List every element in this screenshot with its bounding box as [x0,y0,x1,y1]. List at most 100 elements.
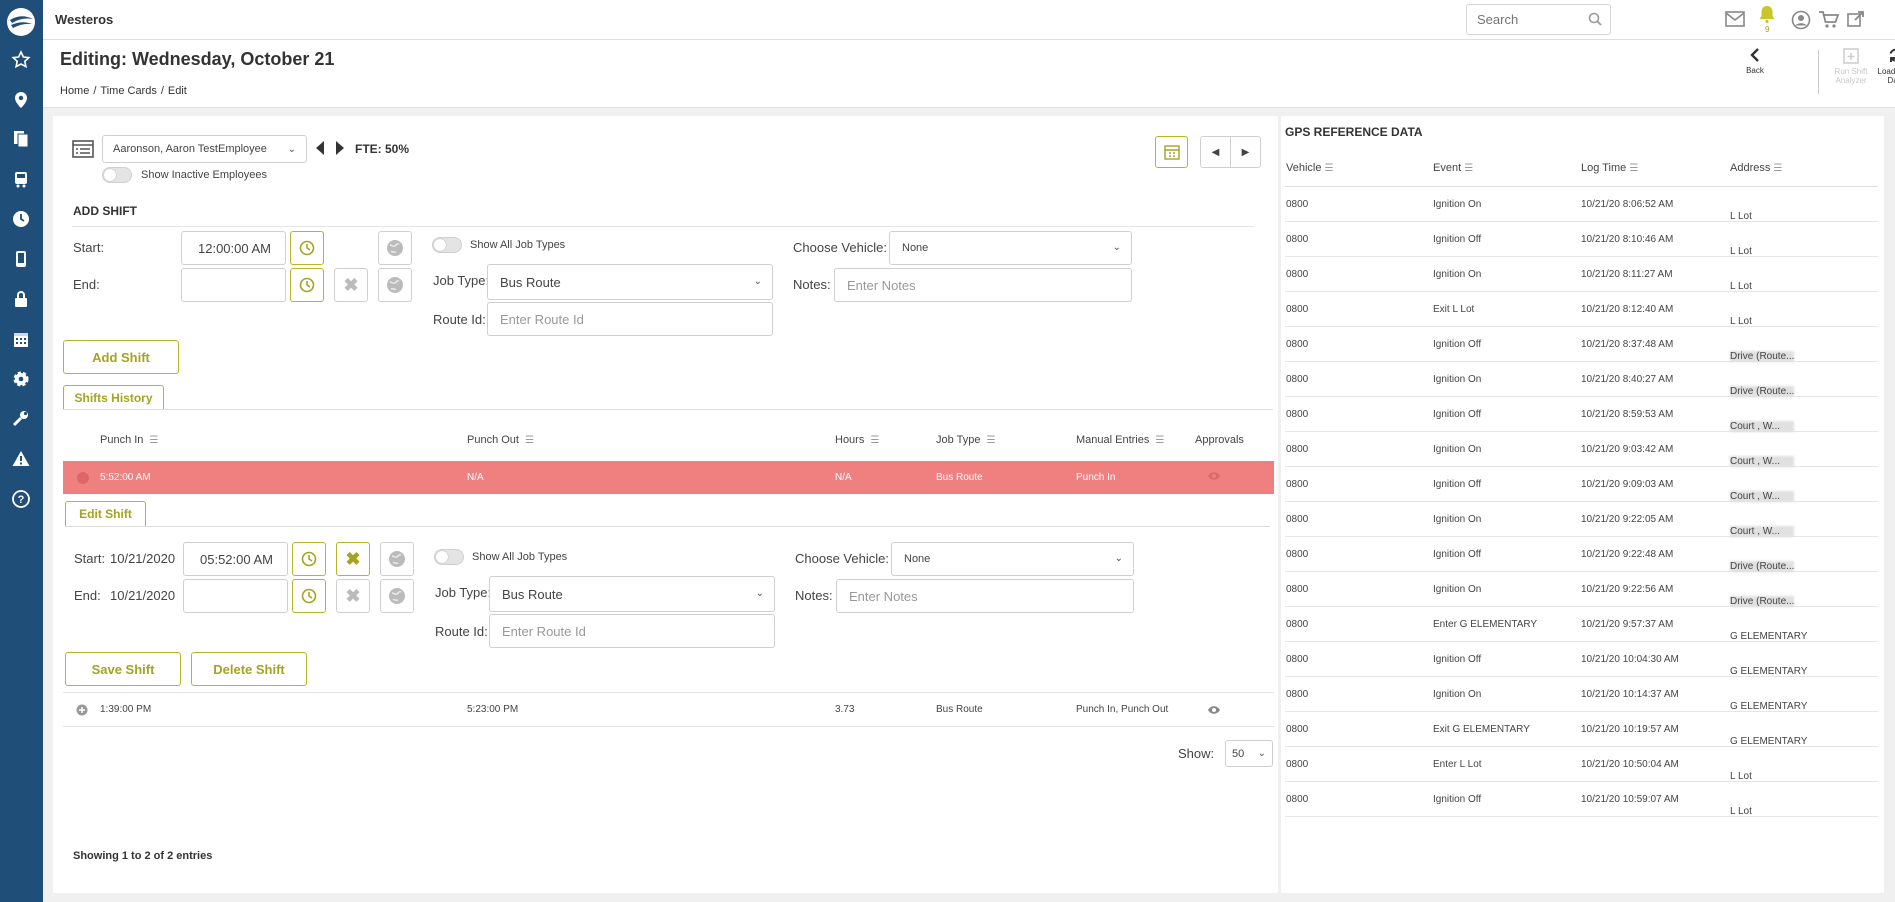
add-notes-input[interactable]: Enter Notes [834,268,1132,302]
employee-select[interactable]: Aaronson, Aaron TestEmployee ⌄ [102,135,307,163]
external-link-icon[interactable] [1847,10,1865,31]
expand-icon[interactable] [77,472,89,484]
edit-end-clock-button[interactable] [292,579,326,613]
warning-icon[interactable] [8,446,34,472]
eye-icon[interactable] [1207,705,1221,718]
gps-table-row[interactable]: 0800Ignition Off10/21/20 9:22:48 AM5Driv… [1285,537,1878,572]
breadcrumb-home[interactable]: Home [60,85,89,97]
expand-icon[interactable] [76,704,88,719]
add-vehicle-select[interactable]: None ⌄ [889,231,1132,265]
edit-start-globe-button[interactable] [380,542,414,576]
next-day-button[interactable]: ▶ [1230,136,1261,168]
add-end-clock-button[interactable] [290,268,324,302]
edit-end-globe-button[interactable] [380,579,414,613]
gps-table-row[interactable]: 0800Ignition Off10/21/20 8:37:48 AM5Driv… [1285,327,1878,362]
documents-icon[interactable] [8,126,34,152]
calendar-button[interactable] [1155,136,1188,168]
gps-table-row[interactable]: 0800 Ignition On 10/21/20 8:06:52 AM L Lot [1285,187,1878,222]
edit-end-time-input[interactable] [183,579,288,613]
table-row[interactable]: 1:39:00 PM 5:23:00 PM 3.73 Bus Route Pun… [63,692,1274,727]
previous-day-button[interactable]: ◀ [1200,136,1231,168]
gps-column-event[interactable]: Event ☰ [1433,162,1473,174]
back-button[interactable]: Back [1733,44,1777,90]
edit-job-type-select[interactable]: Bus Route ⌄ [489,576,775,612]
save-shift-button[interactable]: Save Shift [65,652,181,686]
gps-table-row[interactable]: 0800Ignition On10/21/20 8:40:27 AM5Drive… [1285,362,1878,397]
lock-icon[interactable] [8,286,34,312]
table-row[interactable]: 5:52:00 AM N/A N/A Bus Route Punch In [63,461,1274,494]
add-end-time-input[interactable] [181,268,286,302]
star-icon[interactable] [8,47,34,73]
gps-table-row[interactable]: 0800Ignition On10/21/20 9:22:05 AMHCourt… [1285,502,1878,537]
eye-icon[interactable] [1207,471,1221,484]
gps-table-row[interactable]: 0800 Enter L Lot 10/21/20 10:50:04 AM L Lot [1285,747,1878,782]
column-job-type[interactable]: Job Type ☰ [936,434,995,446]
edit-notes-input[interactable]: Enter Notes [836,579,1134,613]
add-start-time-input[interactable]: 12:00:00 AM [181,231,286,265]
add-start-globe-button[interactable] [378,231,412,265]
gps-table-row[interactable]: 0800 Ignition Off 10/21/20 10:59:07 AM L Lo… [1285,782,1878,817]
breadcrumb-time-cards[interactable]: Time Cards [100,85,156,97]
edit-start-clear-button[interactable]: ✖ [336,542,370,576]
search-box[interactable] [1466,4,1611,35]
gps-table-row[interactable]: 0800 Exit L Lot 10/21/20 8:12:40 AM L Lot [1285,292,1878,327]
add-end-globe-button[interactable] [378,268,412,302]
previous-employee-icon[interactable] [315,140,325,159]
gear-icon[interactable] [8,366,34,392]
show-inactive-toggle[interactable] [102,167,132,183]
search-icon[interactable] [1588,12,1602,29]
help-icon[interactable]: ? [8,486,34,512]
gps-table-row[interactable]: 0800 Ignition Off 10/21/20 8:10:46 AM L Lot [1285,222,1878,257]
add-route-id-input[interactable]: Enter Route Id [487,302,773,336]
add-show-all-job-types-toggle[interactable] [432,237,462,253]
map-pin-icon[interactable] [8,87,34,113]
gps-table-row[interactable]: 0800Ignition Off10/21/20 8:59:53 AMHCour… [1285,397,1878,432]
gps-column-vehicle[interactable]: Vehicle ☰ [1286,162,1334,174]
delete-shift-button[interactable]: Delete Shift [191,652,307,686]
tab-shifts-history[interactable]: Shifts History [63,385,164,410]
gps-table-row[interactable]: 0800Ignition On10/21/20 9:22:56 AM5Drive… [1285,572,1878,607]
app-logo-icon[interactable] [5,6,37,38]
gps-table-row[interactable]: 0800 Ignition Off 10/21/20 10:04:30 AM G EL… [1285,642,1878,677]
list-icon[interactable] [72,140,94,161]
gps-table-row[interactable]: 0800 Enter G ELEMENTARY 10/21/20 9:57:37 A… [1285,607,1878,642]
add-end-clear-button[interactable]: ✖ [334,268,368,302]
bus-icon[interactable] [8,166,34,192]
next-employee-icon[interactable] [335,140,345,159]
clock-icon[interactable] [8,206,34,232]
gps-table-row[interactable]: 0800 Ignition On 10/21/20 10:14:37 AM G ELE… [1285,677,1878,712]
column-punch-out[interactable]: Punch Out ☰ [467,434,534,446]
tablet-icon[interactable] [8,246,34,272]
gps-table-row[interactable]: 0800 Ignition On 10/21/20 8:11:27 AM L Lot [1285,257,1878,292]
add-notes-placeholder: Enter Notes [847,277,916,293]
gps-table-row[interactable]: 0800Ignition Off10/21/20 9:09:03 AMHCour… [1285,467,1878,502]
load-gps-data-button[interactable]: Load GPS Data [1875,44,1895,100]
column-hours[interactable]: Hours ☰ [835,434,879,446]
gps-table-row[interactable]: 0800Ignition On10/21/20 9:03:42 AMHCourt… [1285,432,1878,467]
edit-vehicle-select[interactable]: None ⌄ [891,542,1134,576]
add-job-type-select[interactable]: Bus Route ⌄ [487,264,773,300]
page-size-select[interactable]: 50 ⌄ [1225,740,1273,767]
tab-edit-shift[interactable]: Edit Shift [65,501,146,527]
calendar-icon[interactable] [8,326,34,352]
edit-end-clear-button[interactable]: ✖ [336,579,370,613]
edit-start-clock-button[interactable] [292,542,326,576]
edit-show-all-job-types-toggle[interactable] [434,549,464,565]
user-avatar-icon[interactable] [1791,10,1811,33]
search-input[interactable] [1477,5,1587,33]
gps-column-log-time[interactable]: Log Time ☰ [1581,162,1638,174]
gps-column-address[interactable]: Address ☰ [1730,162,1782,174]
mail-icon[interactable] [1725,11,1745,30]
cart-icon[interactable] [1818,10,1840,33]
gps-table-row[interactable]: 0800 Exit G ELEMENTARY 10/21/20 10:19:57 A… [1285,712,1878,747]
column-manual-entries[interactable]: Manual Entries ☰ [1076,434,1164,446]
run-shift-analyzer-button[interactable]: Run Shift Analyzer [1829,44,1873,100]
gps-cell-event: Exit G ELEMENTARY [1433,724,1530,735]
add-shift-button[interactable]: Add Shift [63,340,179,374]
gps-cell-vehicle: 0800 [1286,549,1309,560]
column-punch-in[interactable]: Punch In ☰ [100,434,158,446]
add-start-clock-button[interactable] [290,231,324,265]
edit-route-id-input[interactable]: Enter Route Id [489,614,775,648]
edit-start-time-input[interactable]: 05:52:00 AM [183,542,288,576]
wrench-icon[interactable] [8,406,34,432]
